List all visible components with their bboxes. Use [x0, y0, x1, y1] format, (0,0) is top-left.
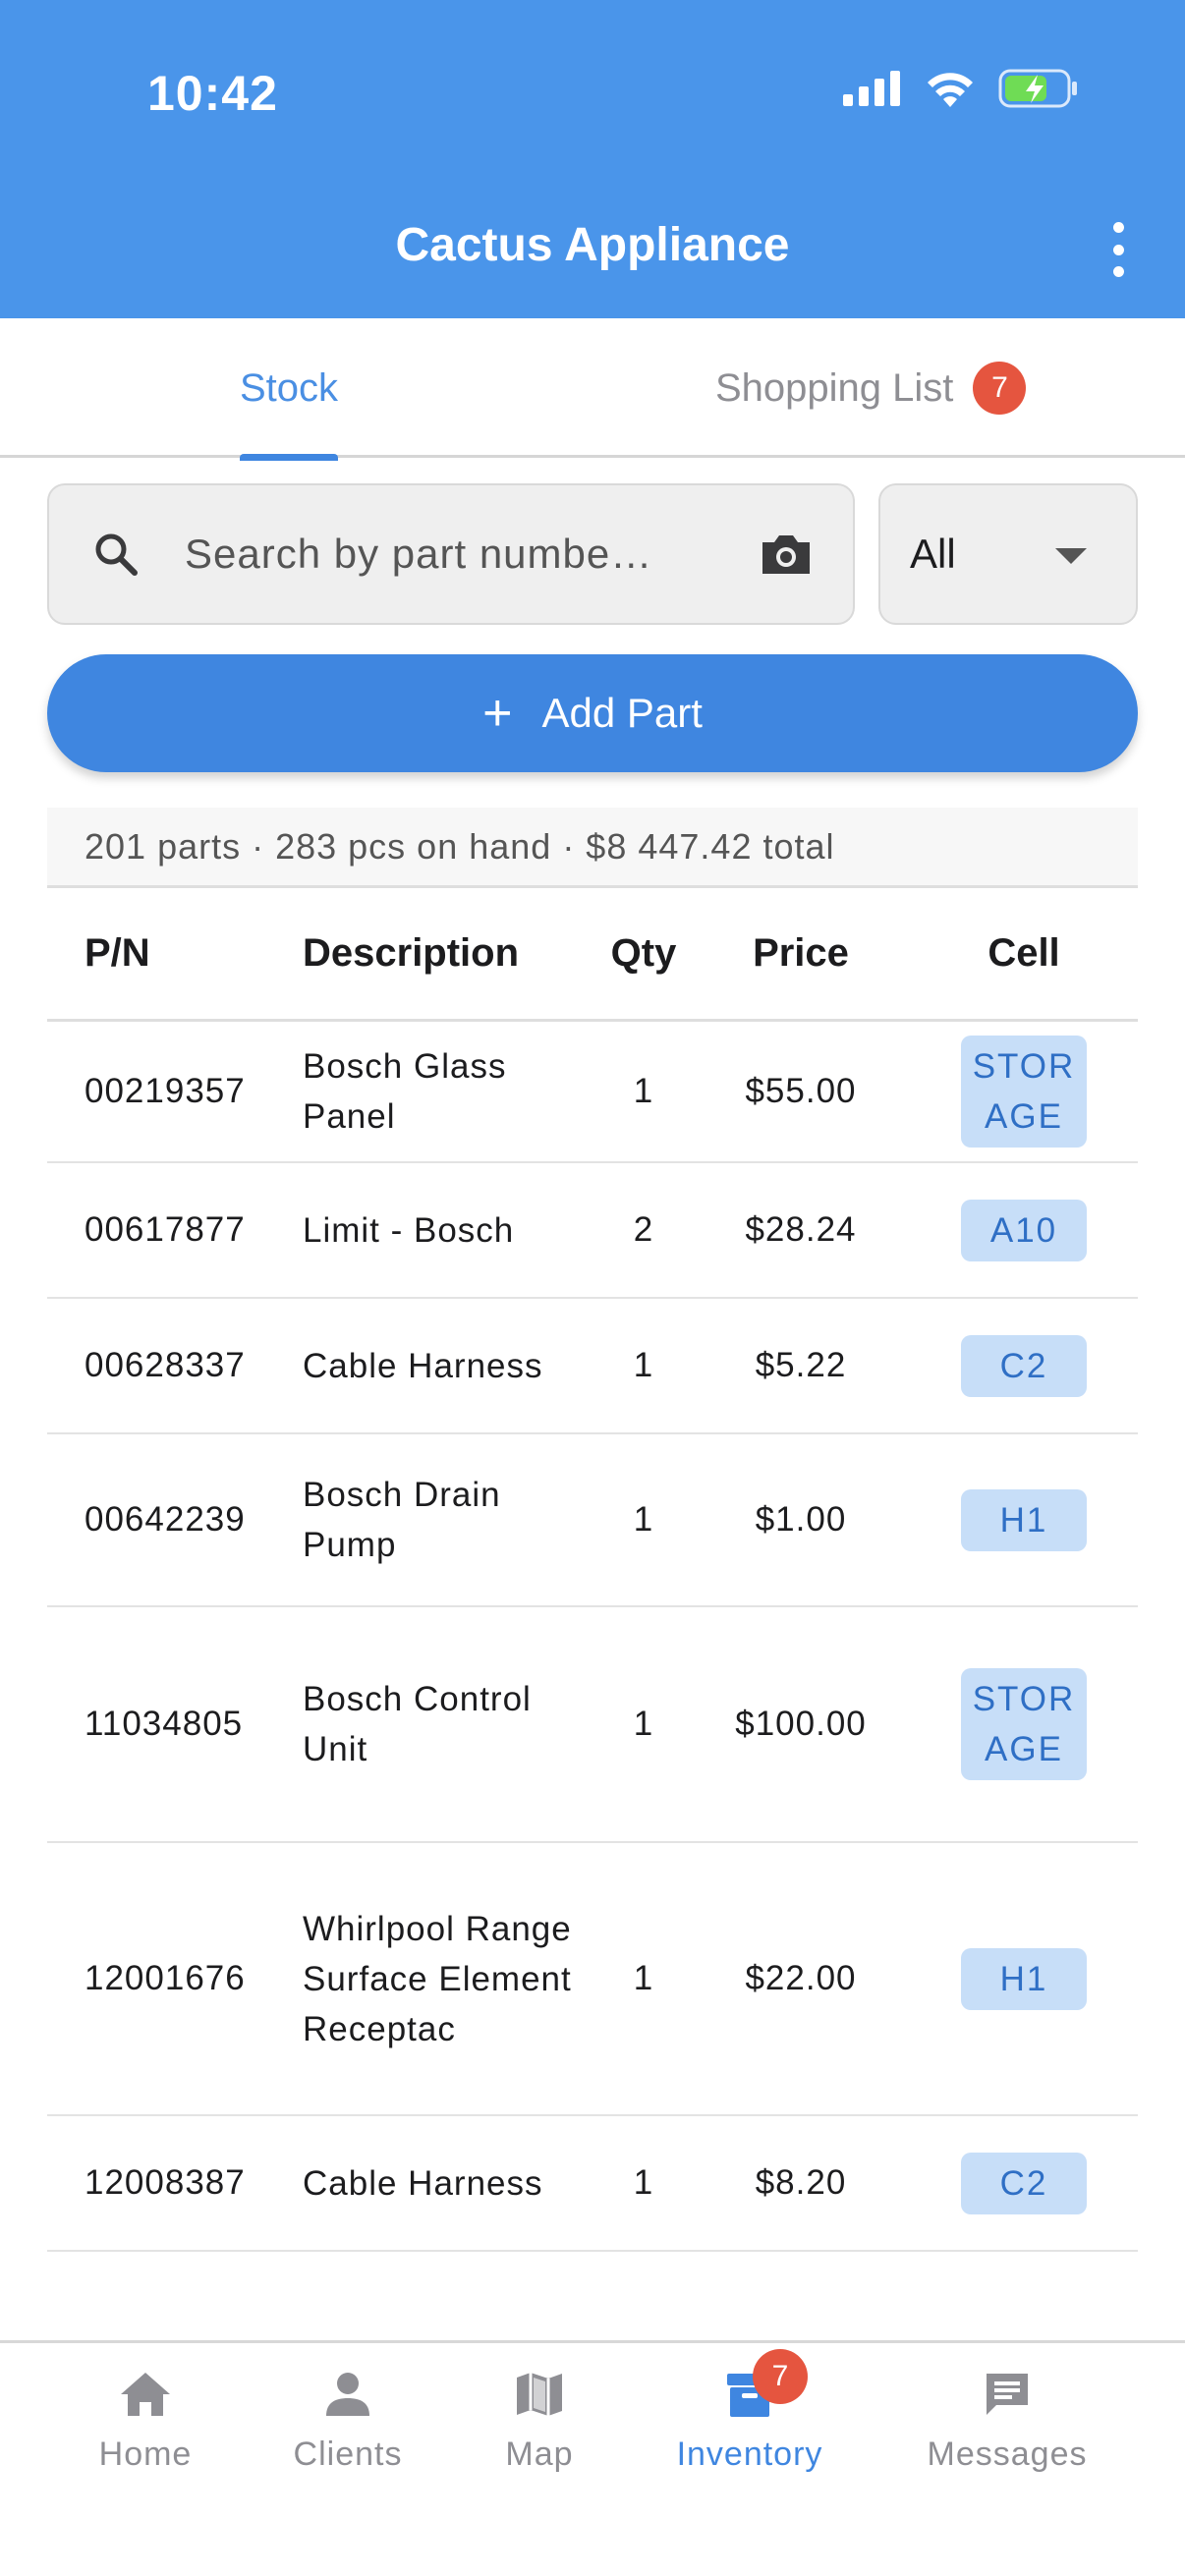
nav-home-label: Home — [98, 2436, 193, 2473]
row-pn: 00628337 — [85, 1346, 246, 1384]
wifi-icon — [928, 73, 973, 107]
chevron-down-icon — [1055, 548, 1087, 564]
row-pn: 00617877 — [85, 1210, 246, 1249]
more-options-icon[interactable] — [1108, 222, 1128, 277]
tab-active-indicator — [240, 454, 339, 461]
cell-filter-dropdown[interactable]: All — [878, 483, 1138, 625]
header-price[interactable]: Price — [692, 931, 910, 976]
row-price: $28.24 — [745, 1210, 857, 1249]
table-row[interactable]: 12008387 Cable Harness 1 $8.20 C2 — [47, 2116, 1138, 2252]
row-qty: 1 — [633, 1346, 654, 1384]
table-header: P/N Description Qty Price Cell — [47, 888, 1138, 1022]
home-icon — [121, 2373, 170, 2416]
person-icon — [326, 2373, 369, 2416]
row-cell-chip: STORAGE — [961, 1668, 1087, 1780]
row-pn: 12008387 — [85, 2163, 246, 2202]
add-part-button[interactable]: + Add Part — [47, 654, 1138, 772]
status-icons — [843, 69, 1079, 108]
table-row[interactable]: 12001676 Whirlpool Range Surface Element… — [47, 1843, 1138, 2116]
row-cell-chip: C2 — [961, 2152, 1087, 2214]
nav-messages-label: Messages — [927, 2436, 1088, 2473]
row-pn: 12001676 — [85, 1959, 246, 1997]
tab-shopping-list[interactable]: Shopping List 7 — [715, 318, 1027, 458]
row-price: $5.22 — [755, 1346, 847, 1384]
plus-icon: + — [482, 685, 513, 742]
nav-clients[interactable]: Clients — [250, 2363, 446, 2474]
row-description: Cable Harness — [303, 1346, 543, 1385]
tab-stock-label: Stock — [240, 365, 339, 410]
status-time: 10:42 — [147, 66, 278, 121]
tab-bar: Stock Shopping List 7 — [0, 318, 1185, 461]
row-pn: 00642239 — [85, 1500, 246, 1539]
inventory-summary: 201 parts · 283 pcs on hand · $8 447.42 … — [47, 808, 1138, 888]
row-description: Whirlpool Range Surface Element Receptac — [303, 1909, 572, 2048]
search-box — [47, 483, 855, 625]
filter-selected-value: All — [910, 531, 956, 577]
map-icon — [517, 2373, 562, 2416]
row-price: $100.00 — [735, 1705, 867, 1743]
inventory-badge: 7 — [753, 2349, 808, 2404]
row-qty: 1 — [633, 1500, 654, 1539]
row-price: $55.00 — [745, 1072, 857, 1110]
table-row[interactable]: 11034805 Bosch Control Unit 1 $100.00 ST… — [47, 1607, 1138, 1843]
app-title: Cactus Appliance — [395, 219, 790, 271]
row-description: Bosch Glass Panel — [303, 1047, 507, 1136]
row-cell-chip: H1 — [961, 1488, 1087, 1551]
row-description: Bosch Control Unit — [303, 1680, 532, 1768]
row-pn: 00219357 — [85, 1072, 246, 1110]
row-qty: 1 — [633, 1705, 654, 1743]
table-row[interactable]: 00642239 Bosch Drain Pump 1 $1.00 H1 — [47, 1434, 1138, 1607]
nav-home[interactable]: Home — [47, 2363, 244, 2474]
parts-table: P/N Description Qty Price Cell 00219357 … — [47, 888, 1138, 2252]
app-header: 10:42 Cactus Appliance — [0, 0, 1185, 318]
search-input[interactable] — [185, 531, 715, 578]
row-price: $1.00 — [755, 1500, 847, 1539]
tab-shopping-list-label: Shopping List — [715, 365, 954, 410]
row-description: Cable Harness — [303, 2163, 543, 2203]
row-price: $22.00 — [745, 1959, 857, 1997]
signal-icon — [843, 71, 900, 106]
row-description: Limit - Bosch — [303, 1210, 515, 1250]
nav-map-label: Map — [505, 2436, 574, 2473]
row-qty: 2 — [633, 1210, 654, 1249]
camera-icon[interactable] — [759, 531, 814, 578]
row-cell-chip: C2 — [961, 1334, 1087, 1397]
table-row[interactable]: 00617877 Limit - Bosch 2 $28.24 A10 — [47, 1163, 1138, 1299]
search-icon — [95, 533, 138, 576]
header-cell[interactable]: Cell — [910, 931, 1138, 976]
add-part-label: Add Part — [541, 690, 703, 736]
header-qty[interactable]: Qty — [595, 931, 692, 976]
nav-clients-label: Clients — [293, 2436, 403, 2473]
row-pn: 11034805 — [85, 1705, 244, 1743]
row-description: Bosch Drain Pump — [303, 1476, 501, 1564]
bottom-navigation: Home Clients Map 7 Inventory Messages — [0, 2340, 1185, 2576]
battery-charging-icon — [998, 69, 1077, 108]
nav-inventory[interactable]: 7 Inventory — [651, 2349, 848, 2474]
row-price: $8.20 — [755, 2163, 847, 2202]
message-icon — [987, 2374, 1028, 2415]
row-cell-chip: H1 — [961, 1947, 1087, 2010]
table-row[interactable]: 00219357 Bosch Glass Panel 1 $55.00 STOR… — [47, 1022, 1138, 1163]
nav-inventory-label: Inventory — [676, 2436, 823, 2473]
nav-map[interactable]: Map — [441, 2363, 638, 2474]
table-row[interactable]: 00628337 Cable Harness 1 $5.22 C2 — [47, 1299, 1138, 1434]
header-pn[interactable]: P/N — [47, 931, 301, 976]
tab-stock[interactable]: Stock — [240, 318, 339, 461]
header-description[interactable]: Description — [301, 928, 595, 979]
row-cell-chip: STORAGE — [961, 1036, 1087, 1148]
nav-messages[interactable]: Messages — [909, 2363, 1105, 2474]
row-qty: 1 — [633, 1959, 654, 1997]
shopping-list-badge: 7 — [973, 362, 1027, 415]
row-qty: 1 — [633, 1072, 654, 1110]
row-qty: 1 — [633, 2163, 654, 2202]
row-cell-chip: A10 — [961, 1199, 1087, 1261]
